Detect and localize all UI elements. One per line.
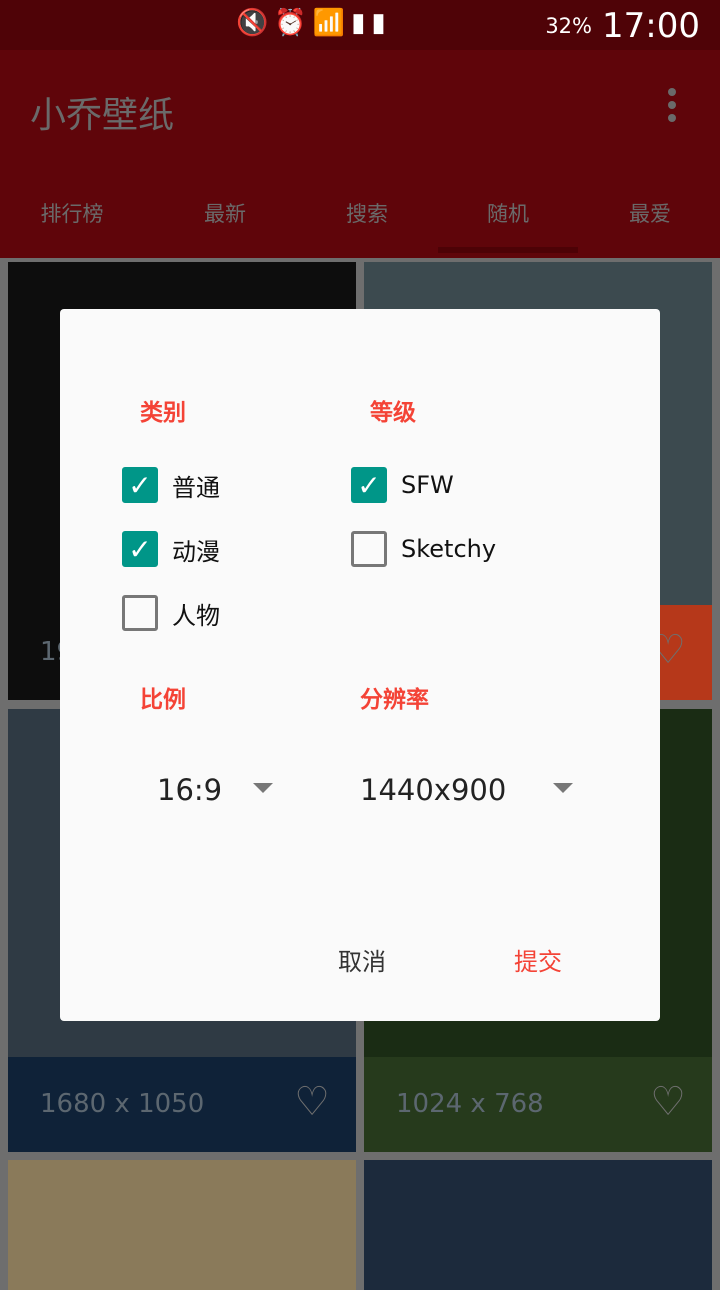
tab-search[interactable]: 搜索 bbox=[295, 198, 439, 228]
purity-label: 等级 bbox=[370, 400, 416, 426]
tab-latest[interactable]: 最新 bbox=[153, 198, 297, 228]
checkbox-anime[interactable]: ✓ 动漫 bbox=[122, 531, 220, 567]
tab-favorites[interactable]: 最爱 bbox=[578, 198, 720, 228]
checkbox-people[interactable]: 人物 bbox=[122, 595, 220, 631]
ratio-label: 比例 bbox=[140, 687, 186, 713]
checkbox-checked-icon: ✓ bbox=[351, 467, 387, 503]
resolution-text: 1680 x 1050 bbox=[40, 1089, 205, 1119]
checkbox-checked-icon: ✓ bbox=[122, 467, 158, 503]
tab-ranking[interactable]: 排行榜 bbox=[0, 198, 144, 228]
tab-random[interactable]: 随机 bbox=[436, 198, 580, 228]
checkbox-sketchy[interactable]: Sketchy bbox=[351, 531, 496, 567]
cancel-button[interactable]: 取消 bbox=[338, 942, 386, 977]
clock: 17:00 bbox=[602, 6, 700, 46]
tab-indicator bbox=[438, 247, 578, 253]
checkbox-general[interactable]: ✓ 普通 bbox=[122, 467, 220, 503]
filter-dialog: 类别 等级 ✓ 普通 ✓ 动漫 人物 ✓ SFW Sketchy 比例 分辨率 16:… bbox=[60, 309, 660, 1021]
category-label: 类别 bbox=[140, 400, 186, 426]
status-bar: 🔇⏰📶▮▮ 32% 17:00 bbox=[0, 0, 720, 50]
heart-icon[interactable]: ♡ bbox=[650, 1079, 686, 1125]
wallpaper-thumbnail bbox=[364, 1160, 712, 1290]
checkbox-unchecked-icon bbox=[351, 531, 387, 567]
wallpaper-thumbnail bbox=[8, 1160, 356, 1290]
tile-info-bar: 1024 x 768 ♡ bbox=[364, 1057, 712, 1152]
heart-icon[interactable]: ♡ bbox=[294, 1079, 330, 1125]
status-icons: 🔇⏰📶▮▮ bbox=[236, 8, 392, 38]
tile-info-bar: 1680 x 1050 ♡ bbox=[8, 1057, 356, 1152]
battery-level: 32% bbox=[545, 14, 592, 38]
checkbox-unchecked-icon bbox=[122, 595, 158, 631]
wallpaper-tile[interactable] bbox=[364, 1160, 712, 1290]
dropdown-arrow-icon bbox=[553, 783, 573, 793]
more-options-icon[interactable] bbox=[664, 88, 680, 128]
dropdown-arrow-icon bbox=[253, 783, 273, 793]
resolution-text: 1024 x 768 bbox=[396, 1089, 544, 1119]
resolution-label: 分辨率 bbox=[360, 687, 429, 713]
app-bar: 小乔壁纸 排行榜 最新 搜索 随机 最爱 bbox=[0, 50, 720, 258]
wallpaper-tile[interactable] bbox=[8, 1160, 356, 1290]
submit-button[interactable]: 提交 bbox=[514, 942, 562, 977]
checkbox-checked-icon: ✓ bbox=[122, 531, 158, 567]
app-title: 小乔壁纸 bbox=[30, 95, 175, 136]
checkbox-sfw[interactable]: ✓ SFW bbox=[351, 467, 454, 503]
